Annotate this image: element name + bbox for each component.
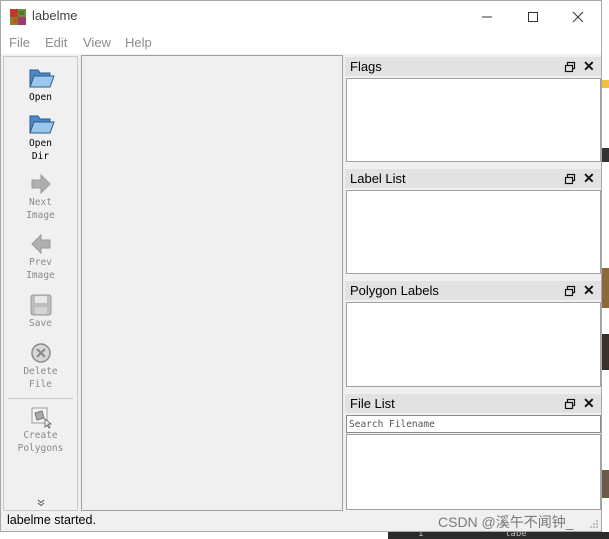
maximize-icon [528, 11, 538, 22]
label-list-dock: Label List ✕ [345, 169, 601, 274]
flags-dock: Flags ✕ [345, 57, 601, 162]
delete-file-button[interactable]: Delete File [4, 341, 77, 391]
next-image-label: Next Image [26, 197, 55, 221]
open-dir-button[interactable]: Open Dir [4, 111, 77, 163]
polygon-labels-dock: Polygon Labels ✕ [345, 281, 601, 387]
minimize-icon [482, 16, 492, 17]
polygon-labels-dock-title: Polygon Labels [350, 283, 439, 298]
open-button[interactable]: Open [4, 65, 77, 104]
status-message: labelme started. [7, 513, 96, 527]
close-dock-icon[interactable]: ✕ [583, 57, 595, 76]
label-list-dock-title: Label List [350, 171, 406, 186]
background-thumbnail [602, 470, 609, 498]
file-list-dock: File List ✕ [345, 394, 601, 510]
file-list-dock-title-bar[interactable]: File List ✕ [345, 394, 601, 413]
close-dock-icon[interactable]: ✕ [583, 169, 595, 188]
minimize-button[interactable] [464, 1, 510, 32]
labelme-window: labelme File Edit View Help Open Open Di… [0, 0, 602, 532]
open-label: Open [29, 92, 52, 103]
delete-file-label: Delete File [23, 366, 58, 390]
background-thumbnail [602, 268, 609, 308]
toolbar-separator [8, 398, 73, 399]
search-filename-input[interactable] [346, 415, 601, 433]
resize-grip-icon[interactable] [589, 519, 599, 529]
tools-toolbar: Open Open Dir Next Image Prev Image Save… [3, 56, 78, 511]
folder-open-icon [28, 69, 55, 88]
create-polygons-label: Create Polygons [17, 430, 64, 454]
maximize-button[interactable] [510, 1, 556, 32]
close-dock-icon[interactable]: ✕ [583, 394, 595, 413]
csdn-watermark: CSDN @溪午不闻钟_ [438, 514, 574, 530]
folder-open-icon [28, 115, 55, 134]
arrow-left-icon [30, 233, 50, 255]
prev-image-button[interactable]: Prev Image [4, 232, 77, 282]
file-list[interactable] [346, 434, 601, 510]
menu-edit[interactable]: Edit [45, 35, 67, 50]
menu-help[interactable]: Help [125, 35, 152, 50]
polygon-labels-list[interactable] [346, 302, 601, 387]
menu-view[interactable]: View [83, 35, 111, 50]
open-dir-label: Open Dir [29, 138, 52, 162]
polygon-labels-dock-title-bar[interactable]: Polygon Labels ✕ [345, 281, 601, 300]
save-button[interactable]: Save [4, 293, 77, 330]
window-title: labelme [32, 8, 78, 23]
float-dock-icon[interactable] [564, 61, 576, 73]
flags-dock-title-bar[interactable]: Flags ✕ [345, 57, 601, 76]
chevron-double-down-icon[interactable] [4, 499, 77, 509]
floppy-disk-icon [30, 294, 51, 316]
delete-circle-icon [30, 343, 51, 363]
title-bar[interactable]: labelme [1, 1, 601, 32]
menu-bar: File Edit View Help [1, 32, 601, 54]
close-dock-icon[interactable]: ✕ [583, 281, 595, 300]
float-dock-icon[interactable] [564, 285, 576, 297]
close-window-button[interactable] [555, 1, 601, 32]
prev-image-label: Prev Image [26, 257, 55, 281]
label-list-dock-title-bar[interactable]: Label List ✕ [345, 169, 601, 188]
label-list[interactable] [346, 190, 601, 274]
float-dock-icon[interactable] [564, 398, 576, 410]
background-thumbnail [602, 148, 609, 162]
flags-dock-title: Flags [350, 59, 382, 74]
file-list-dock-title: File List [350, 396, 395, 411]
next-image-button[interactable]: Next Image [4, 172, 77, 222]
background-thumbnail [602, 334, 609, 370]
image-canvas[interactable] [81, 55, 343, 511]
float-dock-icon[interactable] [564, 173, 576, 185]
background-thumbnail [602, 80, 609, 88]
menu-file[interactable]: File [9, 35, 30, 50]
flags-list[interactable] [346, 78, 601, 162]
create-polygons-button[interactable]: Create Polygons [4, 405, 77, 455]
save-label: Save [29, 318, 52, 329]
create-polygon-icon [31, 407, 52, 429]
arrow-right-icon [31, 173, 51, 195]
labelme-app-icon [10, 9, 26, 25]
close-icon [572, 11, 584, 22]
